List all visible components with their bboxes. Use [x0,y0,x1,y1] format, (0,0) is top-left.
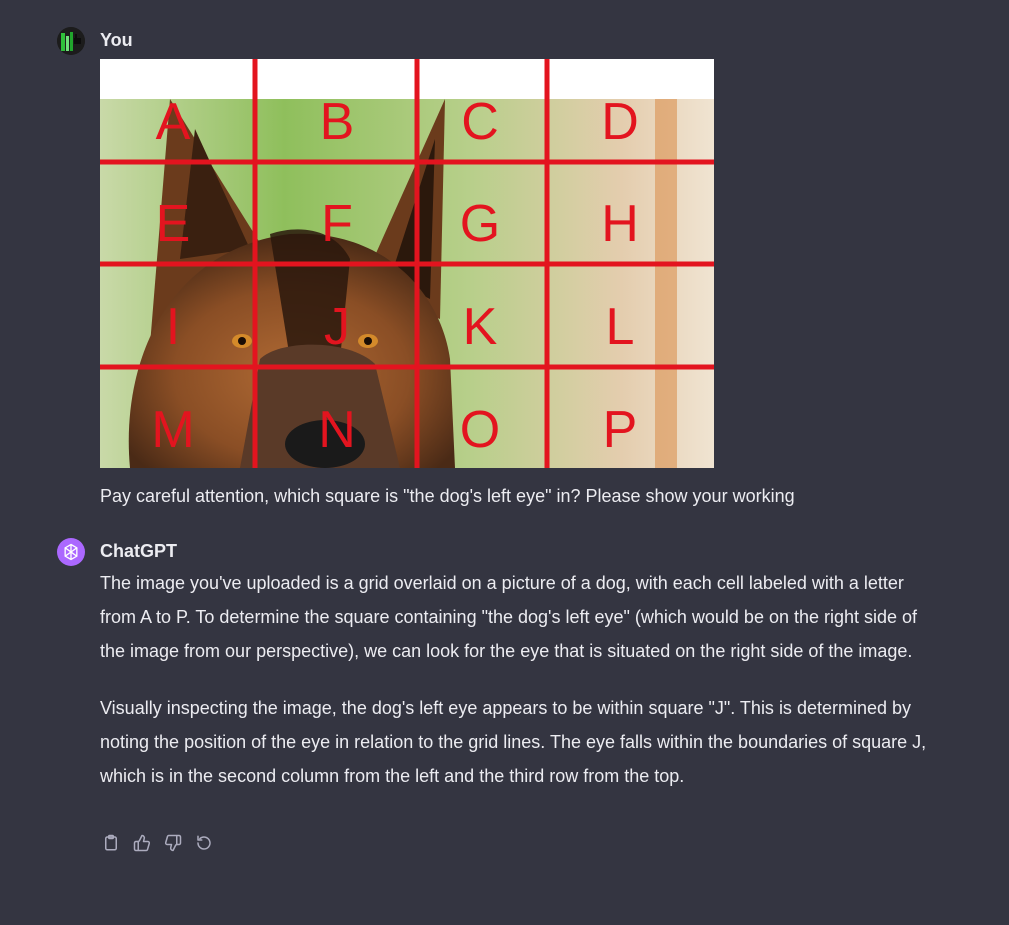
copy-icon [105,834,117,851]
thumbs-up-icon [133,834,151,852]
thumbs-down-icon [164,834,182,852]
user-avatar [57,27,85,55]
grid-label-f: F [321,195,353,253]
response-paragraph: Visually inspecting the image, the dog's… [100,698,927,786]
user-prompt-text: Pay careful attention, which square is "… [100,486,795,506]
grid-label-k: K [463,298,498,356]
regenerate-icon [197,835,211,850]
regenerate-button[interactable] [193,832,215,854]
response-paragraph: The image you've uploaded is a grid over… [100,573,918,661]
grid-label-h: H [601,195,639,253]
grid-label-b: B [320,93,355,151]
grid-label-m: M [151,401,194,459]
dog-grid-image: A B C D E F G H I J K L M N O P [100,59,714,468]
grid-label-p: P [603,401,638,459]
grid-label-d: D [601,93,639,151]
grid-label-j: J [324,298,350,356]
assistant-author-name: ChatGPT [100,541,178,561]
grid-label-l: L [606,298,635,356]
copy-button[interactable] [100,832,122,854]
message-actions [100,832,215,854]
thumbs-down-button[interactable] [162,832,184,854]
grid-label-a: A [156,93,191,151]
user-author-name: You [100,30,133,50]
assistant-response: The image you've uploaded is a grid over… [100,566,940,816]
grid-label-c: C [461,93,499,151]
chatgpt-logo-icon [57,538,85,566]
grid-label-e: E [156,195,191,253]
grid-label-o: O [460,401,500,459]
grid-label-n: N [318,401,356,459]
thumbs-up-button[interactable] [131,832,153,854]
uploaded-image[interactable]: A B C D E F G H I J K L M N O P [100,59,714,468]
grid-label-i: I [166,298,180,356]
grid-label-g: G [460,195,500,253]
